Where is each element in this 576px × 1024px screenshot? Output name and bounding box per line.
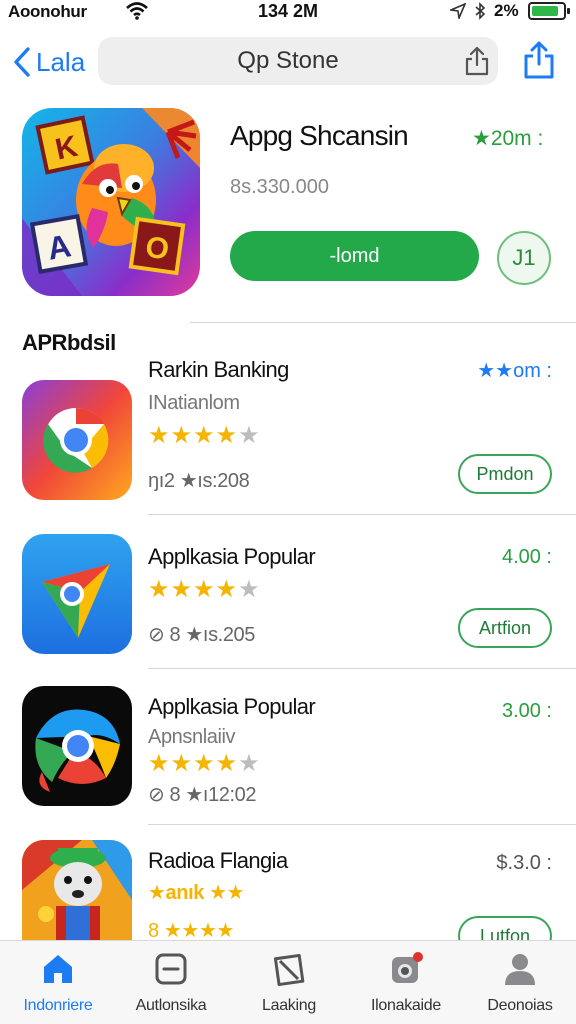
search-bar[interactable]: Qp Stone bbox=[98, 37, 498, 85]
app-subtitle: Apnsnlaiiv bbox=[148, 726, 236, 748]
share-icon[interactable] bbox=[464, 45, 490, 77]
app-meta: ⊘ 8 ★ı12:02 bbox=[148, 784, 257, 806]
tab-home[interactable]: Indonriere bbox=[4, 941, 112, 1024]
divider bbox=[148, 668, 576, 669]
app-icon bbox=[22, 840, 132, 940]
app-price: 4.00 : bbox=[501, 546, 552, 568]
app-icon bbox=[22, 534, 132, 654]
app-name: Applkasia Popular bbox=[148, 694, 316, 719]
svg-text:O: O bbox=[143, 231, 171, 267]
battery-icon bbox=[528, 2, 570, 20]
ticket-icon bbox=[273, 953, 305, 987]
featured-get-button[interactable]: -lomd bbox=[230, 231, 479, 281]
list-item[interactable]: Applkasia Popular ★ ★ ★ ★ ★ ⊘ 8 ★ıs.205 4.00… bbox=[0, 530, 576, 680]
tab-label: Ilonakaide bbox=[371, 997, 441, 1014]
person-icon bbox=[505, 954, 535, 985]
back-button[interactable]: Lala bbox=[12, 42, 85, 82]
app-name: Applkasia Popular bbox=[148, 544, 316, 569]
divider bbox=[148, 514, 576, 515]
app-subtitle: INatianlom bbox=[148, 392, 240, 414]
app-icon bbox=[22, 686, 132, 806]
chrome-orange-icon bbox=[22, 380, 132, 500]
tab-label: Autlonsika bbox=[135, 997, 207, 1014]
game-character-icon bbox=[22, 840, 132, 940]
app-meta: ⊘ 8 ★ıs.205 bbox=[148, 624, 256, 646]
back-label: Lala bbox=[36, 46, 86, 77]
app-price: 3.00 : bbox=[501, 700, 552, 722]
tab-label: Laaking bbox=[262, 997, 316, 1014]
divider bbox=[190, 322, 576, 323]
game-art-icon: K A O bbox=[22, 108, 200, 296]
chevron-left-icon bbox=[14, 47, 30, 77]
star-rating: ★ ★ ★ ★ ★ bbox=[148, 576, 260, 603]
tab-camera[interactable]: Ilonakaide bbox=[352, 941, 460, 1024]
featured-app-title: Appg Shcansin bbox=[230, 120, 409, 151]
tab-label: Deonoias bbox=[487, 997, 553, 1014]
list-item[interactable]: Rarkin Banking INatianlom ★ ★ ★ ★ ★ ŋı2 ★ıs:… bbox=[0, 352, 576, 502]
chrome-parrot-icon bbox=[22, 686, 132, 806]
app-icon bbox=[22, 380, 132, 500]
location-arrow-icon bbox=[450, 3, 466, 19]
square-minus-icon bbox=[155, 953, 187, 985]
status-bar: Aoonohur 134 2M 2% bbox=[0, 0, 576, 26]
list-item[interactable]: Applkasia Popular Apnsnlaiiv ★ ★ ★ ★ ★ ⊘ 8 ★… bbox=[0, 684, 576, 834]
clock: 134 2M bbox=[257, 1, 319, 21]
search-text: Qp Stone bbox=[237, 47, 339, 74]
home-icon bbox=[44, 955, 72, 983]
star-rating: ★ ★ ★ ★ ★ bbox=[148, 750, 260, 777]
get-button[interactable]: Artfion bbox=[458, 608, 552, 648]
featured-secondary-button[interactable]: J1 bbox=[497, 231, 551, 285]
app-subtitle: ★anık ★★ bbox=[148, 882, 245, 904]
featured-rating: ★20m : bbox=[472, 127, 544, 150]
star-rating: ★ ★ ★ ★ ★ bbox=[148, 422, 260, 449]
get-button[interactable]: Pmdon bbox=[458, 454, 552, 494]
featured-app-icon[interactable]: K A O bbox=[22, 108, 200, 296]
app-meta: ŋı2 ★ıs:208 bbox=[148, 470, 250, 492]
app-price: ★★om : bbox=[477, 360, 552, 382]
featured-price: 8s.330.000 bbox=[230, 176, 329, 198]
battery-percent: 2% bbox=[494, 1, 519, 20]
camera-icon bbox=[392, 952, 423, 983]
tab-ranking[interactable]: Laaking bbox=[236, 941, 342, 1024]
bluetooth-icon bbox=[475, 2, 486, 20]
tab-bar: Indonriere Autlonsika Laaking Ilonakaide… bbox=[0, 940, 576, 1024]
tab-apps[interactable]: Autlonsika bbox=[116, 941, 226, 1024]
tab-label: Indonriere bbox=[23, 997, 93, 1014]
chrome-blue-icon bbox=[22, 534, 132, 654]
share-button-icon[interactable] bbox=[522, 40, 556, 80]
app-name: Radioa Flangia bbox=[148, 848, 288, 873]
app-price: $.3.0 : bbox=[496, 852, 552, 874]
tab-profile[interactable]: Deonoias bbox=[466, 941, 574, 1024]
app-name: Rarkin Banking bbox=[148, 357, 289, 382]
divider bbox=[148, 824, 576, 825]
